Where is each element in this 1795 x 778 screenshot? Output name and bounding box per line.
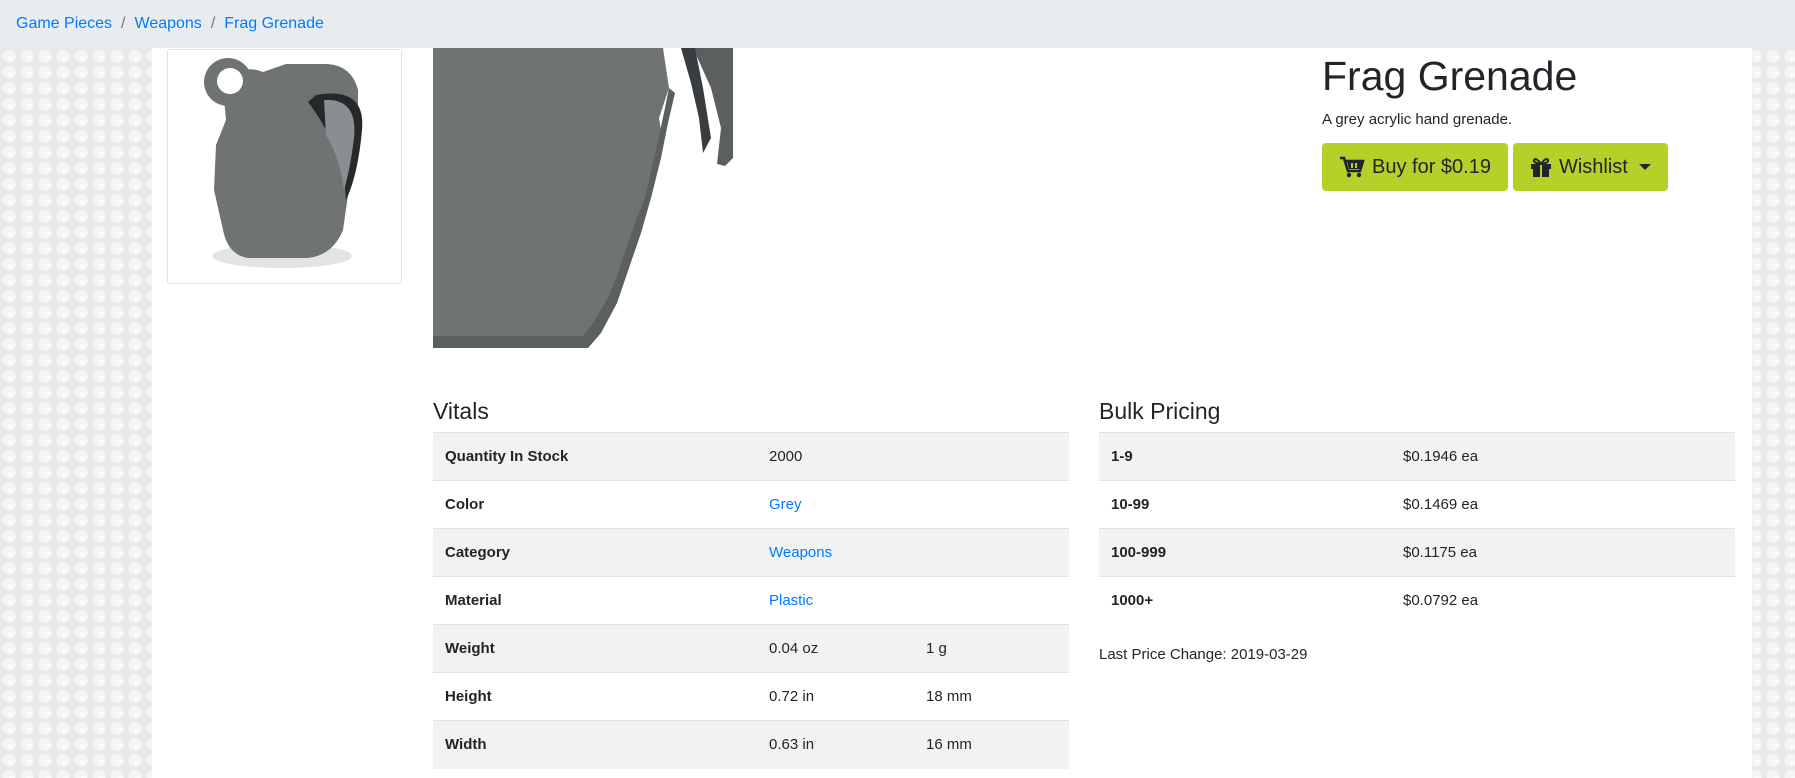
bulk-price: $0.0792 ea xyxy=(1391,576,1735,625)
vitals-label: Weight xyxy=(433,624,757,673)
page-container: Frag Grenade A grey acrylic hand grenade… xyxy=(152,48,1752,778)
wishlist-button-label: Wishlist xyxy=(1558,155,1628,178)
table-row: 1-9 $0.1946 ea xyxy=(1099,432,1735,481)
vitals-label: Material xyxy=(433,576,757,625)
vitals-value: 0.72 in xyxy=(769,688,815,705)
vitals-metric-value xyxy=(914,576,1069,625)
table-row: Weight 0.04 oz 1 g xyxy=(433,624,1069,673)
last-price-change: Last Price Change: 2019-03-29 xyxy=(1099,646,1308,663)
buy-button-label: Buy for $0.19 xyxy=(1372,155,1491,178)
vitals-metric-value xyxy=(914,480,1069,529)
vitals-value-cell: Grey xyxy=(757,480,914,529)
product-thumbnail[interactable] xyxy=(167,49,402,284)
table-row: 10-99 $0.1469 ea xyxy=(1099,480,1735,529)
vitals-value-link[interactable]: Plastic xyxy=(769,592,813,609)
bulk-pricing-heading: Bulk Pricing xyxy=(1099,398,1221,424)
bulk-quantity: 1-9 xyxy=(1099,432,1391,481)
table-row: 1000+ $0.0792 ea xyxy=(1099,576,1735,625)
product-title: Frag Grenade xyxy=(1322,53,1578,99)
vitals-value-link[interactable]: Grey xyxy=(769,496,802,513)
breadcrumb-game-pieces[interactable]: Game Pieces xyxy=(16,15,112,33)
vitals-metric-value xyxy=(914,528,1069,577)
product-description: A grey acrylic hand grenade. xyxy=(1322,111,1513,129)
vitals-label: Quantity In Stock xyxy=(433,432,757,481)
vitals-value: 2000 xyxy=(769,448,803,465)
vitals-value-cell: 2000 xyxy=(757,432,914,481)
table-row: Category Weapons xyxy=(433,528,1069,577)
vitals-metric-value: 16 mm xyxy=(914,720,1069,769)
grenade-thumbnail-image xyxy=(204,58,363,268)
vitals-label: Height xyxy=(433,672,757,721)
table-row: Width 0.63 in 16 mm xyxy=(433,720,1069,769)
bulk-price: $0.1175 ea xyxy=(1391,528,1735,577)
grenade-main-image xyxy=(433,48,733,348)
bulk-pricing-table: 1-9 $0.1946 ea 10-99 $0.1469 ea 100-999 $0.11… xyxy=(1099,432,1735,625)
gift-icon xyxy=(1530,157,1551,177)
table-row: Material Plastic xyxy=(433,576,1069,625)
vitals-heading: Vitals xyxy=(433,398,489,424)
breadcrumb-separator: / xyxy=(210,15,216,32)
table-row: Height 0.72 in 18 mm xyxy=(433,672,1069,721)
bulk-quantity: 100-999 xyxy=(1099,528,1391,577)
cart-icon xyxy=(1340,156,1365,178)
vitals-label: Width xyxy=(433,720,757,769)
table-row: 100-999 $0.1175 ea xyxy=(1099,528,1735,577)
bulk-price: $0.1469 ea xyxy=(1391,480,1735,529)
vitals-table: Quantity In Stock 2000 Color Grey Category We… xyxy=(433,432,1069,769)
vitals-value-cell: Weapons xyxy=(757,528,914,577)
product-info: Frag Grenade A grey acrylic hand grenade… xyxy=(1322,48,1742,192)
bulk-quantity: 10-99 xyxy=(1099,480,1391,529)
vitals-value-cell: 0.63 in xyxy=(757,720,914,769)
bulk-price: $0.1946 ea xyxy=(1391,432,1735,481)
breadcrumb-separator: / xyxy=(121,15,126,32)
wishlist-dropdown-button[interactable]: Wishlist xyxy=(1512,143,1668,192)
table-row: Color Grey xyxy=(433,480,1069,529)
vitals-metric-value: 18 mm xyxy=(914,672,1069,721)
vitals-value-cell: 0.04 oz xyxy=(757,624,914,673)
breadcrumb: Game Pieces / Weapons / Frag Grenade xyxy=(0,0,1795,48)
vitals-metric-value: 1 g xyxy=(914,624,1069,673)
vitals-label: Category xyxy=(433,528,757,577)
purchase-actions: Buy for $0.19 Wishlist xyxy=(1322,143,1742,192)
breadcrumb-frag-grenade[interactable]: Frag Grenade xyxy=(224,15,324,33)
chevron-down-icon xyxy=(1638,164,1651,171)
buy-button[interactable]: Buy for $0.19 xyxy=(1322,143,1508,192)
vitals-label: Color xyxy=(433,480,757,529)
bulk-quantity: 1000+ xyxy=(1099,576,1391,625)
vitals-value-cell: 0.72 in xyxy=(757,672,914,721)
table-row: Quantity In Stock 2000 xyxy=(433,432,1069,481)
vitals-metric-value xyxy=(914,432,1069,481)
vitals-value-cell: Plastic xyxy=(757,576,914,625)
vitals-value-link[interactable]: Weapons xyxy=(769,544,832,561)
product-main-image xyxy=(433,48,733,348)
vitals-value: 0.63 in xyxy=(769,736,815,754)
breadcrumb-weapons[interactable]: Weapons xyxy=(135,15,202,33)
vitals-value: 0.04 oz xyxy=(769,640,819,657)
